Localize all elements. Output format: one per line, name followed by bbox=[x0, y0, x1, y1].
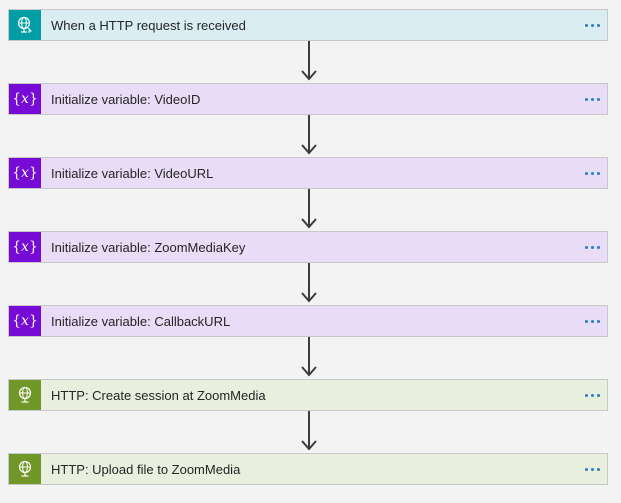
ellipsis-dot bbox=[596, 171, 600, 175]
step-initialize-variable-videoid[interactable]: {x} Initialize variable: VideoID bbox=[8, 83, 608, 115]
ellipsis-dot bbox=[584, 319, 588, 323]
more-options-button[interactable] bbox=[577, 380, 607, 410]
step-initialize-variable-callbackurl[interactable]: {x} Initialize variable: CallbackURL bbox=[8, 305, 608, 337]
variable-icon: {x} bbox=[9, 306, 41, 336]
http-globe-icon bbox=[9, 380, 41, 410]
more-options-button[interactable] bbox=[577, 306, 607, 336]
more-options-button[interactable] bbox=[577, 10, 607, 40]
ellipsis-dot bbox=[596, 23, 600, 27]
connector-arrow bbox=[298, 189, 320, 230]
step-title: Initialize variable: VideoURL bbox=[51, 165, 214, 181]
variable-icon: {x} bbox=[9, 232, 41, 262]
http-request-globe-icon bbox=[9, 10, 41, 40]
more-options-button[interactable] bbox=[577, 158, 607, 188]
ellipsis-dot bbox=[584, 23, 588, 27]
step-title: When a HTTP request is received bbox=[51, 17, 246, 33]
more-options-button[interactable] bbox=[577, 84, 607, 114]
ellipsis-dot bbox=[584, 171, 588, 175]
ellipsis-dot bbox=[590, 319, 594, 323]
ellipsis-dot bbox=[590, 23, 594, 27]
flow-designer-canvas: When a HTTP request is received {x} Init… bbox=[0, 0, 621, 503]
ellipsis-dot bbox=[584, 393, 588, 397]
http-globe-icon bbox=[9, 454, 41, 484]
ellipsis-dot bbox=[590, 393, 594, 397]
connector-arrow bbox=[298, 263, 320, 304]
ellipsis-dot bbox=[590, 97, 594, 101]
step-http-create-session[interactable]: HTTP: Create session at ZoomMedia bbox=[8, 379, 608, 411]
ellipsis-dot bbox=[596, 97, 600, 101]
variable-icon: {x} bbox=[9, 84, 41, 114]
ellipsis-dot bbox=[590, 467, 594, 471]
more-options-button[interactable] bbox=[577, 454, 607, 484]
more-options-button[interactable] bbox=[577, 232, 607, 262]
ellipsis-dot bbox=[596, 393, 600, 397]
variable-icon: {x} bbox=[9, 158, 41, 188]
step-title: Initialize variable: VideoID bbox=[51, 91, 201, 107]
ellipsis-dot bbox=[596, 245, 600, 249]
ellipsis-dot bbox=[584, 467, 588, 471]
ellipsis-dot bbox=[596, 467, 600, 471]
ellipsis-dot bbox=[590, 171, 594, 175]
connector-arrow bbox=[298, 411, 320, 452]
step-initialize-variable-videourl[interactable]: {x} Initialize variable: VideoURL bbox=[8, 157, 608, 189]
ellipsis-dot bbox=[584, 245, 588, 249]
connector-arrow bbox=[298, 41, 320, 82]
step-initialize-variable-zoommediakey[interactable]: {x} Initialize variable: ZoomMediaKey bbox=[8, 231, 608, 263]
connector-arrow bbox=[298, 115, 320, 156]
ellipsis-dot bbox=[590, 245, 594, 249]
step-title: HTTP: Upload file to ZoomMedia bbox=[51, 461, 241, 477]
step-http-upload-file[interactable]: HTTP: Upload file to ZoomMedia bbox=[8, 453, 608, 485]
ellipsis-dot bbox=[596, 319, 600, 323]
ellipsis-dot bbox=[584, 97, 588, 101]
connector-arrow bbox=[298, 337, 320, 378]
step-title: HTTP: Create session at ZoomMedia bbox=[51, 387, 266, 403]
step-title: Initialize variable: ZoomMediaKey bbox=[51, 239, 246, 255]
step-http-request-trigger[interactable]: When a HTTP request is received bbox=[8, 9, 608, 41]
step-title: Initialize variable: CallbackURL bbox=[51, 313, 231, 329]
